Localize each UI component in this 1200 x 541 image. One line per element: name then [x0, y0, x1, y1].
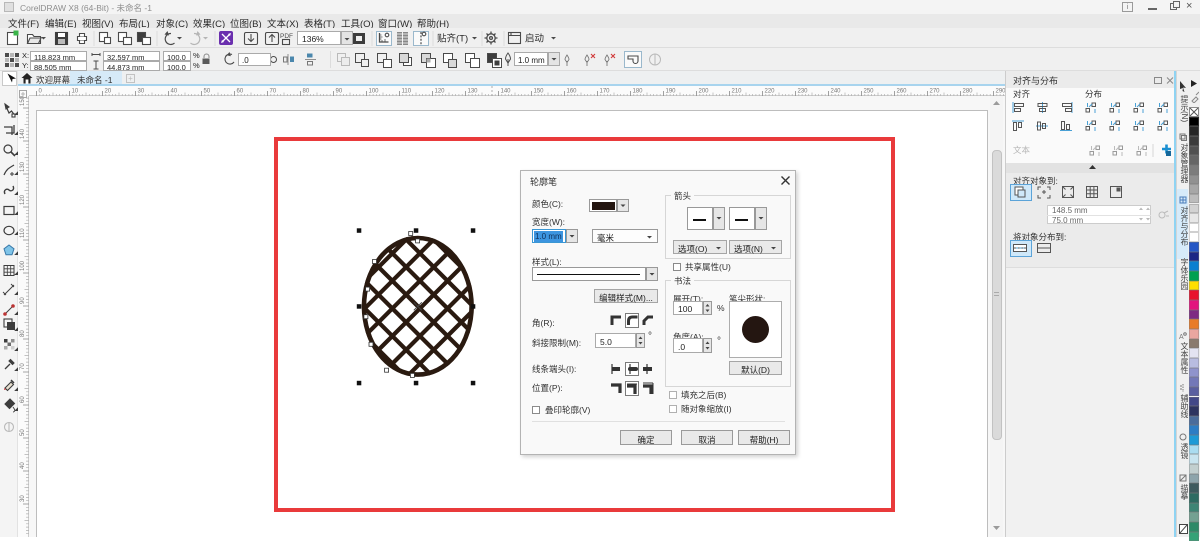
- svg-text:240: 240: [831, 89, 842, 95]
- svg-text:贴齐(T): 贴齐(T): [437, 33, 468, 45]
- svg-text:60: 60: [20, 396, 26, 403]
- svg-text:40: 40: [171, 89, 178, 95]
- svg-text:20: 20: [105, 89, 112, 95]
- svg-text:180: 180: [633, 89, 644, 95]
- svg-text:260: 260: [897, 89, 908, 95]
- svg-text:30: 30: [20, 495, 26, 502]
- svg-text:190: 190: [666, 89, 677, 95]
- svg-text:160: 160: [567, 89, 578, 95]
- svg-text:0: 0: [39, 89, 43, 95]
- svg-text:100: 100: [369, 89, 380, 95]
- svg-text:110: 110: [20, 228, 26, 238]
- svg-text:50: 50: [20, 429, 26, 436]
- svg-text:220: 220: [765, 89, 776, 95]
- svg-text:250: 250: [864, 89, 875, 95]
- svg-text:130: 130: [20, 161, 26, 172]
- svg-text:170: 170: [600, 89, 611, 95]
- svg-text:70: 70: [270, 89, 277, 95]
- svg-text:200: 200: [699, 89, 710, 95]
- svg-text:60: 60: [237, 89, 244, 95]
- svg-text:270: 270: [930, 89, 941, 95]
- svg-text:130: 130: [468, 89, 479, 95]
- svg-text:140: 140: [20, 128, 26, 139]
- svg-text:230: 230: [798, 89, 809, 95]
- svg-text:120: 120: [435, 89, 446, 95]
- svg-text:80: 80: [303, 89, 310, 95]
- svg-text:140: 140: [501, 89, 512, 95]
- svg-text:70: 70: [20, 363, 26, 370]
- svg-text:110: 110: [402, 89, 412, 95]
- svg-text:10: 10: [72, 89, 79, 95]
- svg-text:80: 80: [20, 330, 26, 337]
- svg-text:120: 120: [20, 194, 26, 205]
- svg-text:启动: 启动: [525, 33, 544, 45]
- svg-text:90: 90: [20, 297, 26, 304]
- svg-text:90: 90: [336, 89, 343, 95]
- svg-text:210: 210: [732, 89, 743, 95]
- svg-text:100: 100: [20, 260, 26, 271]
- svg-text:30: 30: [138, 89, 145, 95]
- svg-text:280: 280: [963, 89, 974, 95]
- svg-text:50: 50: [204, 89, 211, 95]
- svg-text:40: 40: [20, 462, 26, 469]
- svg-text:150: 150: [534, 89, 545, 95]
- svg-text:A: A: [1179, 334, 1184, 340]
